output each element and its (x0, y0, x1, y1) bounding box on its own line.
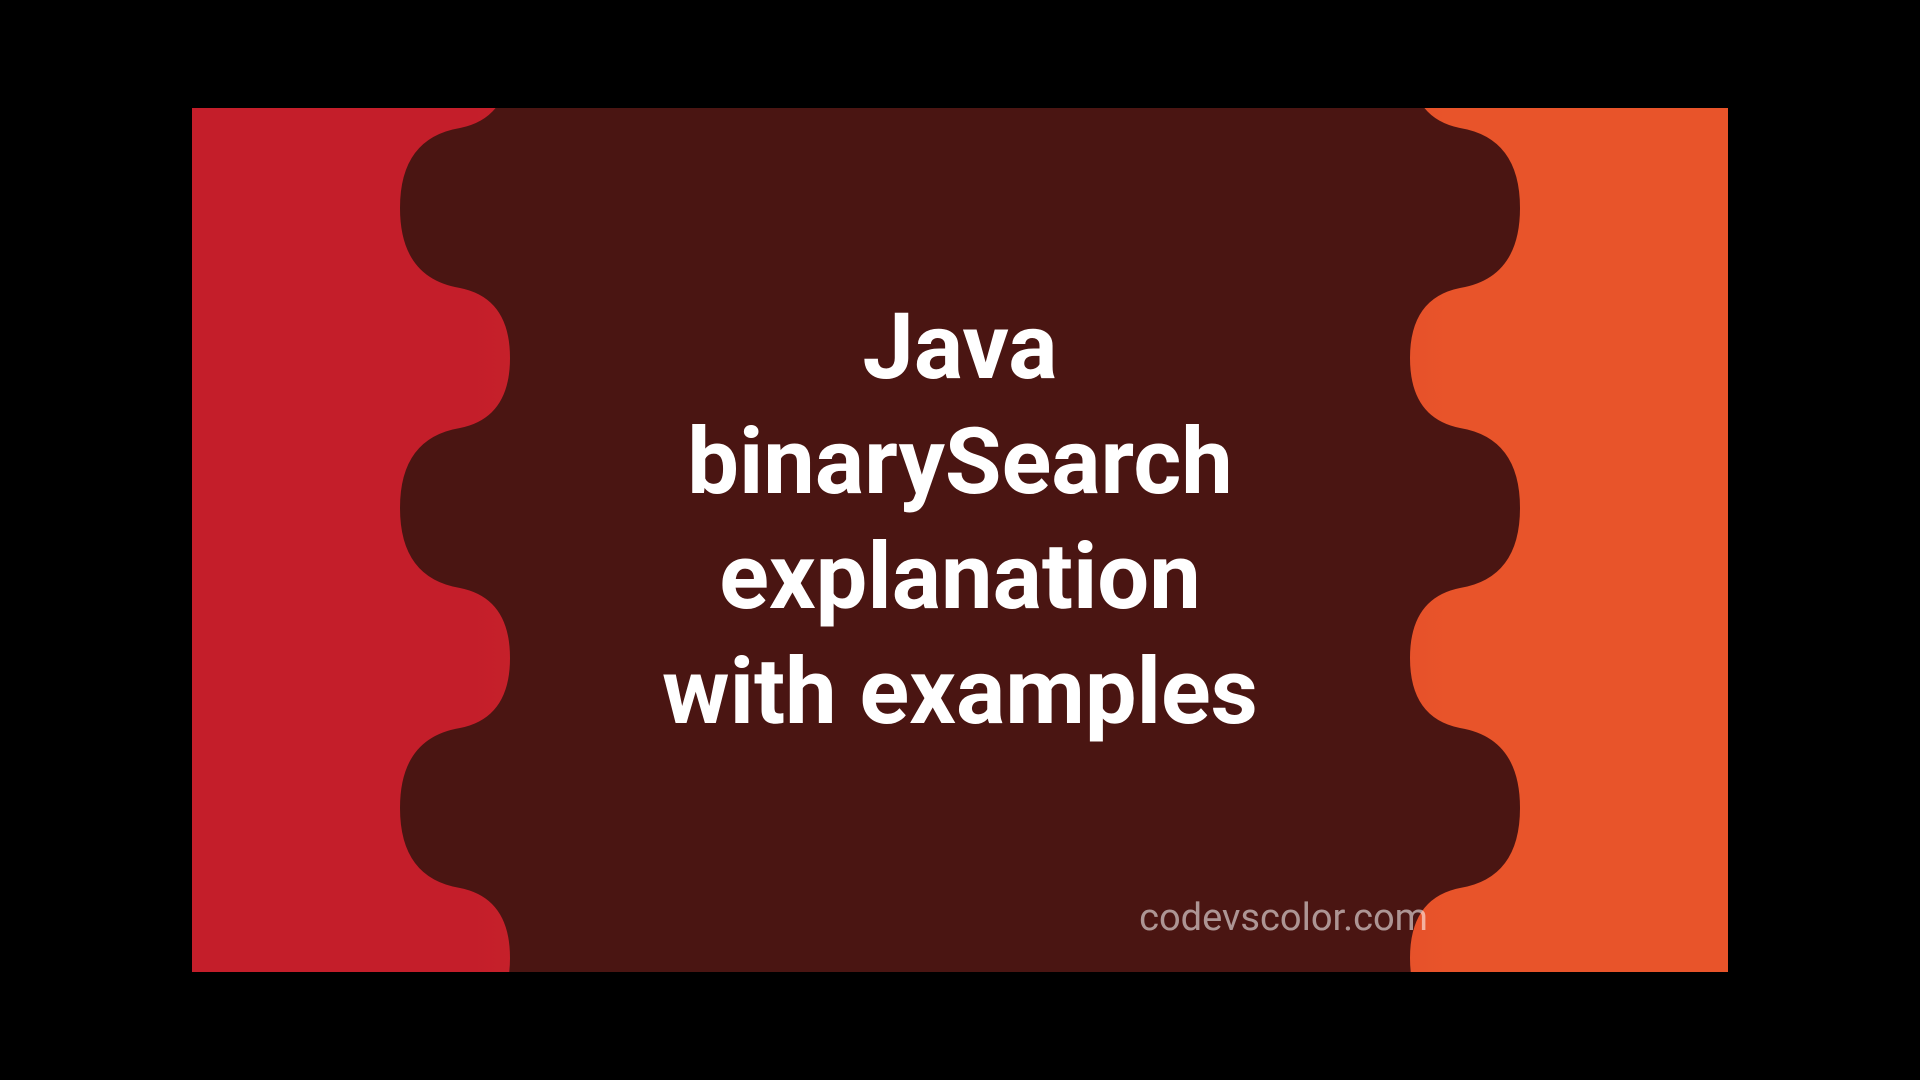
banner-title: Java binarySearch explanation with examp… (662, 290, 1258, 750)
title-line-1: Java (862, 294, 1057, 401)
content-area: Java binarySearch explanation with examp… (192, 108, 1728, 972)
title-line-2: binarySearch (687, 409, 1233, 516)
watermark-text: codevscolor.com (1139, 896, 1428, 940)
banner-canvas: Java binarySearch explanation with examp… (192, 108, 1728, 972)
title-line-3: explanation (719, 524, 1201, 631)
title-line-4: with examples (662, 639, 1258, 746)
